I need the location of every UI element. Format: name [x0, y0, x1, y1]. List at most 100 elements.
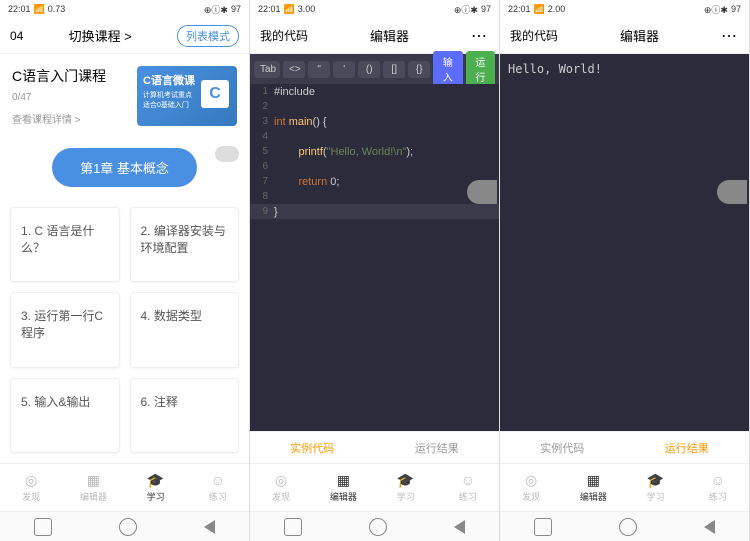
phone-course-list: 22:01📶0.73 ⊕ⓘ✱97 04 切换课程 > 列表模式 C语言入门课程 … [0, 0, 250, 541]
bottom-nav: ◎发现 ▦编辑器 🎓学习 ☺练习 [500, 463, 749, 511]
input-button[interactable]: 输入 [433, 51, 462, 87]
phone-output: 22:01📶2.00 ⊕ⓘ✱97 我的代码 编辑器 ⋯ Hello, World… [500, 0, 750, 541]
course-info: C语言入门课程 0/47 查看课程详情 > C语言微课 计算机考试重点 适合0基… [0, 54, 249, 138]
code-line[interactable]: 2 [250, 99, 499, 114]
nav-discover[interactable]: ◎发现 [0, 464, 62, 511]
nav-practice[interactable]: ☺练习 [687, 464, 749, 511]
nav-editor[interactable]: ▦编辑器 [62, 464, 124, 511]
brain-icon: ☺ [458, 472, 478, 488]
back-button[interactable] [454, 520, 465, 534]
recents-button[interactable] [284, 518, 302, 536]
header: 04 切换课程 > 列表模式 [0, 18, 249, 54]
code-icon: ▦ [83, 472, 103, 488]
recents-button[interactable] [534, 518, 552, 536]
bottom-nav: ◎发现 ▦编辑器 🎓学习 ☺练习 [0, 463, 249, 511]
lesson-card[interactable]: 3. 运行第一行C程序 [10, 292, 120, 367]
code-line[interactable]: 1#include [250, 84, 499, 99]
c-logo-icon: C [201, 80, 229, 108]
back-button[interactable] [204, 520, 215, 534]
lesson-card[interactable]: 2. 编译器安装与环境配置 [130, 207, 240, 282]
compass-icon: ◎ [21, 472, 41, 488]
tool-dquote[interactable]: " [308, 61, 330, 78]
code-icon: ▦ [583, 472, 603, 488]
nav-study[interactable]: 🎓学习 [625, 464, 687, 511]
assistant-icon[interactable] [717, 180, 747, 204]
compass-icon: ◎ [271, 472, 291, 488]
page-title: 编辑器 [558, 26, 721, 45]
home-button[interactable] [369, 518, 387, 536]
code-line[interactable]: 6 [250, 159, 499, 174]
course-title: C语言入门课程 [12, 66, 106, 86]
my-code-link[interactable]: 我的代码 [260, 27, 308, 44]
recents-button[interactable] [34, 518, 52, 536]
more-icon[interactable]: ⋯ [721, 26, 739, 46]
course-detail-link[interactable]: 查看课程详情 > [12, 111, 106, 126]
switch-course[interactable]: 切换课程 > [23, 26, 177, 45]
nav-study[interactable]: 🎓学习 [125, 464, 187, 511]
graduation-icon: 🎓 [396, 472, 416, 488]
tab-result[interactable]: 运行结果 [375, 432, 500, 463]
status-bar: 22:01📶2.00 ⊕ⓘ✱97 [500, 0, 749, 18]
editor-toolbar: Tab <> " ' () [] {} 输入 运行 [250, 54, 499, 84]
my-code-link[interactable]: 我的代码 [510, 27, 558, 44]
nav-discover[interactable]: ◎发现 [250, 464, 312, 511]
tool-tag[interactable]: <> [283, 61, 305, 78]
tab-example[interactable]: 实例代码 [250, 432, 375, 463]
nav-study[interactable]: 🎓学习 [375, 464, 437, 511]
nav-editor[interactable]: ▦编辑器 [562, 464, 624, 511]
lesson-card[interactable]: 6. 注释 [130, 378, 240, 453]
more-icon[interactable]: ⋯ [471, 26, 489, 46]
brain-icon: ☺ [208, 472, 228, 488]
output-console: Hello, World! [500, 54, 749, 431]
nav-practice[interactable]: ☺练习 [187, 464, 249, 511]
header: 我的代码 编辑器 ⋯ [250, 18, 499, 54]
code-line[interactable]: 7 return 0; [250, 174, 499, 189]
tab-example[interactable]: 实例代码 [500, 432, 625, 463]
status-bar: 22:01📶0.73 ⊕ⓘ✱97 [0, 0, 249, 18]
nav-discover[interactable]: ◎发现 [500, 464, 562, 511]
tab-result[interactable]: 运行结果 [625, 432, 750, 463]
status-bar: 22:01📶3.00 ⊕ⓘ✱97 [250, 0, 499, 18]
phone-editor: 22:01📶3.00 ⊕ⓘ✱97 我的代码 编辑器 ⋯ Tab <> " ' (… [250, 0, 500, 541]
code-line[interactable]: 8 [250, 189, 499, 204]
tool-tab[interactable]: Tab [254, 61, 280, 78]
compass-icon: ◎ [521, 472, 541, 488]
assistant-icon[interactable] [467, 180, 497, 204]
home-button[interactable] [619, 518, 637, 536]
header-left[interactable]: 04 [10, 29, 23, 43]
header: 我的代码 编辑器 ⋯ [500, 18, 749, 54]
bottom-nav: ◎发现 ▦编辑器 🎓学习 ☺练习 [250, 463, 499, 511]
lesson-card[interactable]: 5. 输入&输出 [10, 378, 120, 453]
tool-paren[interactable]: () [358, 61, 380, 78]
robot-icon[interactable] [215, 146, 239, 162]
nav-editor[interactable]: ▦编辑器 [312, 464, 374, 511]
graduation-icon: 🎓 [146, 472, 166, 488]
course-promo-card[interactable]: C语言微课 计算机考试重点 适合0基础入门 C [137, 66, 237, 126]
code-line[interactable]: 5 printf("Hello, World!\n"); [250, 144, 499, 159]
code-line[interactable]: 4 [250, 129, 499, 144]
chapter-pill[interactable]: 第1章 基本概念 [52, 148, 197, 187]
tool-brace[interactable]: {} [408, 61, 430, 78]
tool-bracket[interactable]: [] [383, 61, 405, 78]
code-line[interactable]: 3int main() { [250, 114, 499, 129]
graduation-icon: 🎓 [646, 472, 666, 488]
result-tabs: 实例代码 运行结果 [500, 431, 749, 463]
page-title: 编辑器 [308, 26, 471, 45]
result-tabs: 实例代码 运行结果 [250, 431, 499, 463]
code-editor[interactable]: 1#include 23int main() {45 printf("Hello… [250, 84, 499, 431]
brain-icon: ☺ [708, 472, 728, 488]
lesson-card[interactable]: 1. C 语言是什么？ [10, 207, 120, 282]
list-mode-button[interactable]: 列表模式 [177, 25, 239, 47]
run-button[interactable]: 运行 [466, 51, 495, 87]
lesson-grid: 1. C 语言是什么？ 2. 编译器安装与环境配置 3. 运行第一行C程序 4.… [0, 197, 249, 463]
home-button[interactable] [119, 518, 137, 536]
lesson-card[interactable]: 4. 数据类型 [130, 292, 240, 367]
android-nav [500, 511, 749, 541]
code-icon: ▦ [333, 472, 353, 488]
course-progress: 0/47 [12, 92, 106, 103]
android-nav [250, 511, 499, 541]
nav-practice[interactable]: ☺练习 [437, 464, 499, 511]
back-button[interactable] [704, 520, 715, 534]
tool-squote[interactable]: ' [333, 61, 355, 78]
code-line[interactable]: 9} [250, 204, 499, 219]
